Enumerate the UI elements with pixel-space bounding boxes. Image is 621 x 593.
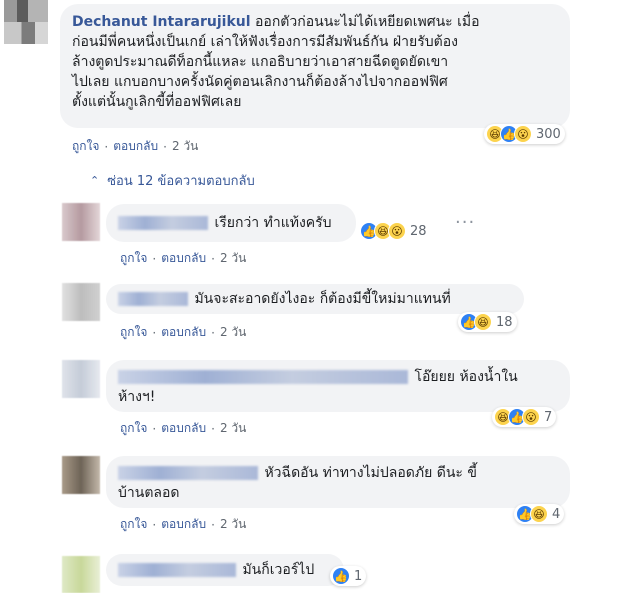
comment-author[interactable]: Dechanut Intararujikul [72,14,251,30]
like-link[interactable]: ถูกใจ [120,419,147,438]
reply-text-line1: โอ๊ยยย ห้องน้ำใน [414,369,518,385]
like-link[interactable]: ถูกใจ [120,249,147,268]
reply-avatar[interactable] [62,203,100,241]
reply-link[interactable]: ตอบกลับ [113,137,158,156]
surprised-face-icon: 😮 [514,125,532,143]
reply-actions: ถูกใจ · ตอบกลับ · 2 วัน [120,323,246,342]
reply-reactions[interactable]: 👍 1 [330,566,367,586]
main-comment-reactions[interactable]: 😆 👍 😮 300 [484,124,565,144]
reply-actions: ถูกใจ · ตอบกลับ · 2 วัน [120,419,246,438]
reaction-count: 7 [544,409,553,425]
reaction-count: 300 [536,126,561,142]
reaction-count: 4 [552,506,561,522]
reaction-count: 18 [496,314,513,330]
laughing-face-icon: 😆 [530,505,548,523]
reply-avatar[interactable] [62,456,100,494]
like-link[interactable]: ถูกใจ [120,515,147,534]
reply-bubble: มันก็เวอร์ไป [106,554,344,586]
reply-link[interactable]: ตอบกลับ [161,323,206,342]
reply-avatar[interactable] [62,283,100,321]
main-comment-text: Dechanut Intararujikul ออกตัวก่อนนะไม่ได… [72,14,480,110]
reply-reactions[interactable]: 😆 👍 😮 7 [492,407,557,427]
hide-replies-link[interactable]: ⌃ ซ่อน 12 ข้อความตอบกลับ [90,170,255,191]
timestamp[interactable]: 2 วัน [220,249,246,268]
like-link[interactable]: ถูกใจ [120,323,147,342]
reply-actions: ถูกใจ · ตอบกลับ · 2 วัน [120,249,246,268]
reaction-count: 1 [354,568,363,584]
reply-bubble: โอ๊ยยย ห้องน้ำใน ห้างฯ! [106,360,570,412]
blurred-name [118,466,258,480]
reply-link[interactable]: ตอบกลับ [161,515,206,534]
blurred-name [118,563,236,577]
reply-text: เรียกว่า ทำแท้งครับ [214,215,332,231]
commenter-avatar[interactable] [4,0,48,44]
reply-bubble: เรียกว่า ทำแท้งครับ [106,204,356,242]
reply-text-line2: ห้างฯ! [118,389,156,405]
reply-bubble: หัวฉีดอัน ท่าทางไม่ปลอดภัย ดีนะ ขี้ บ้าน… [106,456,570,508]
chevron-up-icon: ⌃ [90,174,100,187]
reply-avatar[interactable] [62,556,100,593]
reply-text: มันก็เวอร์ไป [242,562,315,578]
timestamp[interactable]: 2 วัน [172,137,198,156]
main-comment-actions: ถูกใจ · ตอบกลับ · 2 วัน [72,137,198,156]
reaction-count: 28 [410,223,427,239]
reply-text-line1: หัวฉีดอัน ท่าทางไม่ปลอดภัย ดีนะ ขี้ [264,465,477,481]
reply-text: มันจะสะอาดยังไงอะ ก็ต้องมีขี้ใหม่มาแทนที… [194,291,451,307]
more-options-icon[interactable]: ··· [455,212,475,233]
reply-avatar[interactable] [62,360,100,398]
main-comment-bubble: Dechanut Intararujikul ออกตัวก่อนนะไม่ได… [60,4,570,128]
hide-replies-label: ซ่อน 12 ข้อความตอบกลับ [107,174,255,189]
timestamp[interactable]: 2 วัน [220,419,246,438]
surprised-face-icon: 😮 [388,222,406,240]
like-link[interactable]: ถูกใจ [72,137,99,156]
reply-link[interactable]: ตอบกลับ [161,419,206,438]
reply-actions: ถูกใจ · ตอบกลับ · 2 วัน [120,515,246,534]
reply-text-line2: บ้านตลอด [118,485,180,501]
timestamp[interactable]: 2 วัน [220,323,246,342]
reply-reactions[interactable]: 👍 😆 18 [458,312,517,332]
reply-bubble: มันจะสะอาดยังไงอะ ก็ต้องมีขี้ใหม่มาแทนที… [106,284,524,314]
blurred-name [118,370,408,384]
thumbs-up-icon: 👍 [332,567,350,585]
timestamp[interactable]: 2 วัน [220,515,246,534]
reply-reactions[interactable]: 👍 😆 4 [514,504,565,524]
reply-reactions[interactable]: 👍 😆 😮 28 [358,222,431,240]
blurred-name [118,292,188,306]
blurred-name [118,216,208,230]
surprised-face-icon: 😮 [522,408,540,426]
reply-link[interactable]: ตอบกลับ [161,249,206,268]
laughing-face-icon: 😆 [474,313,492,331]
